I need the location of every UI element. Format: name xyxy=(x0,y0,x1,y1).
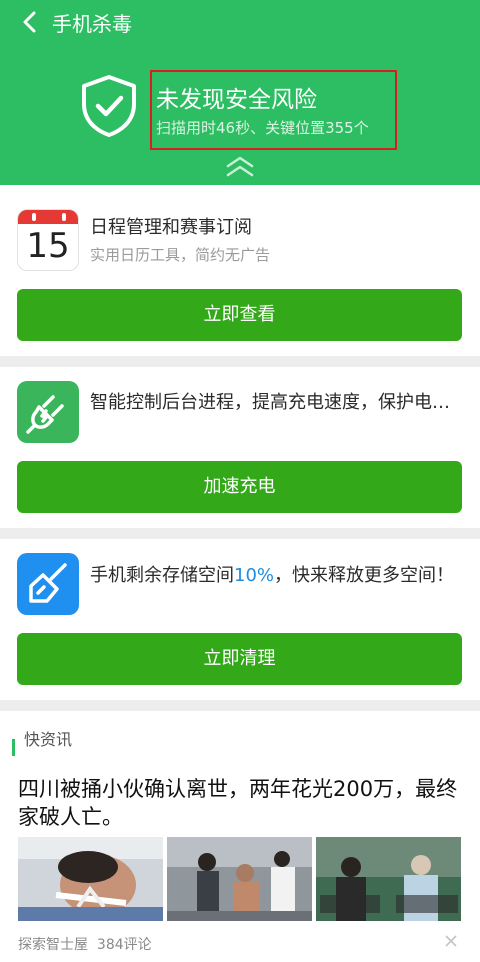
close-icon[interactable] xyxy=(443,933,459,949)
news-source: 探索智士屋 xyxy=(18,937,88,953)
charging-card-title: 智能控制后台进程，提高充电速度，保护电… xyxy=(90,392,450,413)
news-thumbnail[interactable] xyxy=(167,837,312,921)
view-now-button[interactable]: 立即查看 xyxy=(17,289,462,341)
calendar-card: 15 日程管理和赛事订阅 实用日历工具，简约无广告 立即查看 xyxy=(0,185,480,356)
news-thumbnail[interactable] xyxy=(18,837,163,921)
charging-card: 智能控制后台进程，提高充电速度，保护电… 加速充电 xyxy=(0,367,480,528)
fast-charge-button[interactable]: 加速充电 xyxy=(17,461,462,513)
news-label-marker xyxy=(12,739,15,756)
calendar-card-subtitle: 实用日历工具，简约无广告 xyxy=(90,246,271,264)
shield-check-icon xyxy=(82,75,136,137)
news-meta: 探索智士屋 384评论 xyxy=(18,934,152,954)
clean-now-button[interactable]: 立即清理 xyxy=(17,633,462,685)
scan-result-summary: 扫描用时46秒、关键位置355个 xyxy=(156,119,369,137)
plug-icon xyxy=(17,381,79,443)
page-title: 手机杀毒 xyxy=(52,12,132,36)
news-headline[interactable]: 四川被捅小伙确认离世，两年花光200万，最终家破人亡。 xyxy=(18,775,463,831)
scan-result-title: 未发现安全风险 xyxy=(156,87,317,113)
news-comments: 384评论 xyxy=(96,937,152,953)
storage-card: 手机剩余存储空间10%，快来释放更多空间！ 立即清理 xyxy=(0,539,480,700)
header: 手机杀毒 未发现安全风险 扫描用时46秒、关键位置355个 xyxy=(0,0,480,185)
news-thumbnail[interactable] xyxy=(316,837,461,921)
storage-percent: 10% xyxy=(234,565,275,586)
calendar-icon: 15 xyxy=(17,209,79,271)
broom-icon xyxy=(17,553,79,615)
news-section-label: 快资讯 xyxy=(24,730,73,749)
back-arrow-icon[interactable] xyxy=(14,6,46,38)
calendar-card-title: 日程管理和赛事订阅 xyxy=(90,217,252,238)
news-card: 快资讯 四川被捅小伙确认离世，两年花光200万，最终家破人亡。 探索智士屋 38… xyxy=(0,711,480,962)
collapse-chevron-icon[interactable] xyxy=(224,155,256,177)
calendar-day: 15 xyxy=(26,226,70,266)
storage-card-title: 手机剩余存储空间10%，快来释放更多空间！ xyxy=(90,565,455,586)
